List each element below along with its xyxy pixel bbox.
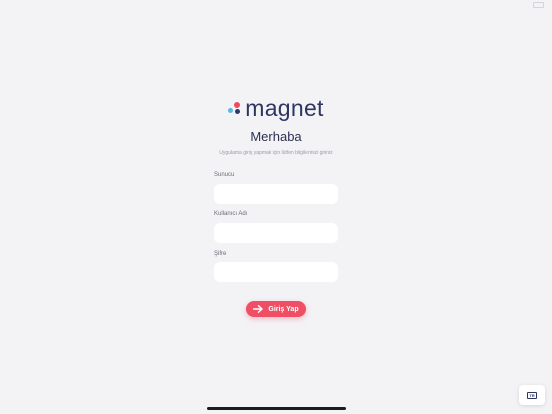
greeting-title: Merhaba bbox=[250, 129, 302, 144]
arrow-right-icon bbox=[253, 305, 264, 313]
app-logo: magnet bbox=[0, 96, 552, 120]
password-label: Şifre bbox=[214, 251, 227, 257]
logo-dot-red bbox=[234, 102, 241, 108]
language-button[interactable]: TR bbox=[519, 385, 545, 405]
logo-dot-navy bbox=[235, 109, 241, 114]
language-label: TR bbox=[527, 391, 537, 399]
password-input[interactable] bbox=[214, 262, 338, 282]
home-indicator bbox=[207, 407, 346, 410]
battery-icon bbox=[533, 2, 544, 8]
login-button[interactable]: Giriş Yap bbox=[246, 301, 306, 317]
username-input[interactable] bbox=[214, 223, 338, 243]
status-bar bbox=[0, 0, 552, 8]
login-button-label: Giriş Yap bbox=[268, 305, 299, 313]
logo-text: magnet bbox=[245, 95, 324, 121]
server-input[interactable] bbox=[214, 184, 338, 204]
logo-dot-blue bbox=[228, 108, 234, 113]
login-screen: magnet Merhaba Uygulama giriş yapmak içi… bbox=[0, 0, 552, 414]
username-label: Kullanıcı Adı bbox=[214, 211, 248, 217]
login-subtitle: Uygulama giriş yapmak için lütfen bilgil… bbox=[219, 150, 333, 156]
server-label: Sunucu bbox=[214, 172, 235, 178]
logo-mark-icon bbox=[228, 101, 242, 115]
